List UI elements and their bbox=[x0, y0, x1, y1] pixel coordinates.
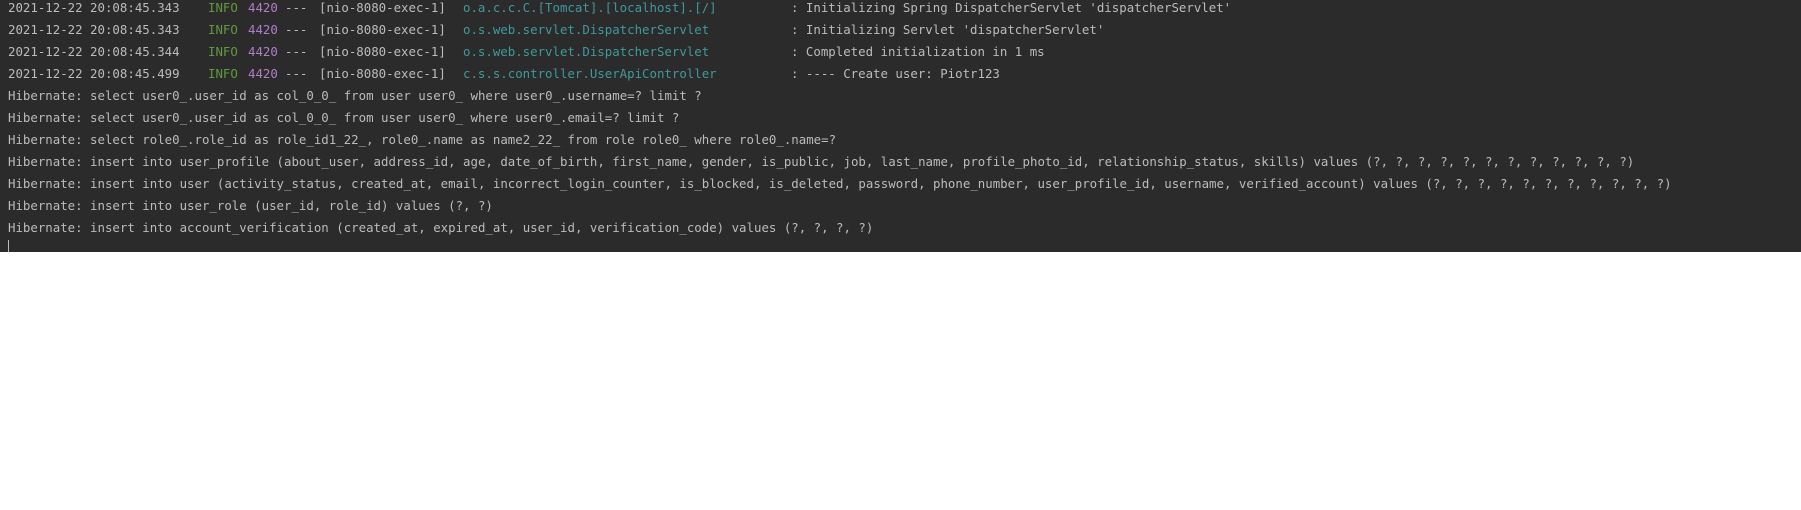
sql-line: Hibernate: insert into user_role (user_i… bbox=[8, 198, 493, 213]
log-thread: [nio-8080-exec-1] bbox=[319, 0, 446, 15]
log-level: INFO bbox=[208, 0, 238, 15]
log-pid: 4420 bbox=[248, 66, 278, 81]
log-thread: [nio-8080-exec-1] bbox=[319, 66, 446, 81]
log-message: : Initializing Servlet 'dispatcherServle… bbox=[791, 22, 1105, 37]
log-timestamp: 2021-12-22 20:08:45.499 bbox=[8, 66, 180, 81]
log-line: 2021-12-22 20:08:45.499 INFO 4420 --- [n… bbox=[8, 63, 1000, 85]
sql-line: Hibernate: select role0_.role_id as role… bbox=[8, 132, 837, 147]
log-timestamp: 2021-12-22 20:08:45.343 bbox=[8, 22, 180, 37]
log-line: 2021-12-22 20:08:45.344 INFO 4420 --- [n… bbox=[8, 41, 1045, 63]
log-level: INFO bbox=[208, 22, 238, 37]
log-level: INFO bbox=[208, 44, 238, 59]
log-pid: 4420 bbox=[248, 22, 278, 37]
log-thread: [nio-8080-exec-1] bbox=[319, 22, 446, 37]
log-timestamp: 2021-12-22 20:08:45.344 bbox=[8, 44, 180, 59]
sql-line: Hibernate: insert into account_verificat… bbox=[8, 220, 874, 235]
log-line: 2021-12-22 20:08:45.343 INFO 4420 --- [n… bbox=[8, 0, 1231, 19]
log-logger-link[interactable]: c.s.s.controller.UserApiController bbox=[463, 63, 717, 85]
text-cursor bbox=[8, 240, 9, 252]
sql-line: Hibernate: select user0_.user_id as col_… bbox=[8, 110, 680, 125]
log-message: : Completed initialization in 1 ms bbox=[791, 44, 1045, 59]
log-line: 2021-12-22 20:08:45.343 INFO 4420 --- [n… bbox=[8, 19, 1104, 41]
log-separator: --- bbox=[285, 66, 308, 81]
log-separator: --- bbox=[285, 0, 308, 15]
sql-line: Hibernate: select user0_.user_id as col_… bbox=[8, 88, 702, 103]
log-thread: [nio-8080-exec-1] bbox=[319, 44, 446, 59]
log-level: INFO bbox=[208, 66, 238, 81]
console-output[interactable]: 2021-12-22 20:08:45.343 INFO 4420 --- [n… bbox=[0, 0, 1801, 252]
log-logger-link[interactable]: o.a.c.c.C.[Tomcat].[localhost].[/] bbox=[463, 0, 717, 19]
log-pid: 4420 bbox=[248, 0, 278, 15]
log-pid: 4420 bbox=[248, 44, 278, 59]
log-separator: --- bbox=[285, 22, 308, 37]
sql-line: Hibernate: insert into user_profile (abo… bbox=[8, 154, 1635, 169]
sql-line: Hibernate: insert into user (activity_st… bbox=[8, 176, 1672, 191]
log-message: : Initializing Spring DispatcherServlet … bbox=[791, 0, 1232, 15]
log-separator: --- bbox=[285, 44, 308, 59]
log-logger-link[interactable]: o.s.web.servlet.DispatcherServlet bbox=[463, 19, 709, 41]
log-message: : ---- Create user: Piotr123 bbox=[791, 66, 1000, 81]
log-timestamp: 2021-12-22 20:08:45.343 bbox=[8, 0, 180, 15]
log-logger-link[interactable]: o.s.web.servlet.DispatcherServlet bbox=[463, 41, 709, 63]
